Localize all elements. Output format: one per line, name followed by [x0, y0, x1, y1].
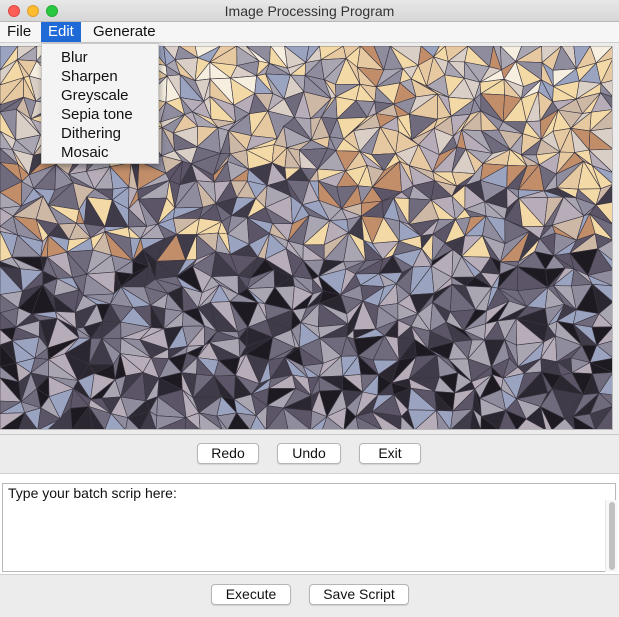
- menu-generate[interactable]: Generate: [86, 22, 163, 42]
- menu-edit[interactable]: Edit: [41, 22, 81, 42]
- menu-item-sharpen[interactable]: Sharpen: [42, 67, 158, 86]
- script-scrollbar[interactable]: [605, 500, 617, 572]
- menubar: File Edit Generate: [0, 22, 619, 43]
- menu-item-blur[interactable]: Blur: [42, 48, 158, 67]
- menu-item-mosaic[interactable]: Mosaic: [42, 143, 158, 162]
- divider: [0, 434, 619, 435]
- menu-item-sepia-tone[interactable]: Sepia tone: [42, 105, 158, 124]
- menu-item-greyscale[interactable]: Greyscale: [42, 86, 158, 105]
- edit-menu-dropdown: Blur Sharpen Greyscale Sepia tone Dither…: [41, 43, 159, 164]
- batch-script-input[interactable]: [7, 503, 602, 569]
- save-script-button[interactable]: Save Script: [309, 584, 409, 605]
- batch-script-group: Type your batch scrip here:: [2, 483, 617, 572]
- batch-script-panel: Type your batch scrip here:: [0, 473, 619, 575]
- script-scrollbar-thumb[interactable]: [609, 502, 615, 570]
- undo-button[interactable]: Undo: [277, 443, 341, 464]
- execute-button[interactable]: Execute: [211, 584, 291, 605]
- redo-button[interactable]: Redo: [197, 443, 259, 464]
- menu-file[interactable]: File: [0, 22, 38, 42]
- exit-button[interactable]: Exit: [359, 443, 421, 464]
- batch-script-label: Type your batch scrip here:: [7, 485, 181, 501]
- menu-item-dithering[interactable]: Dithering: [42, 124, 158, 143]
- window-title: Image Processing Program: [224, 3, 395, 19]
- window-titlebar: Image Processing Program: [0, 0, 619, 22]
